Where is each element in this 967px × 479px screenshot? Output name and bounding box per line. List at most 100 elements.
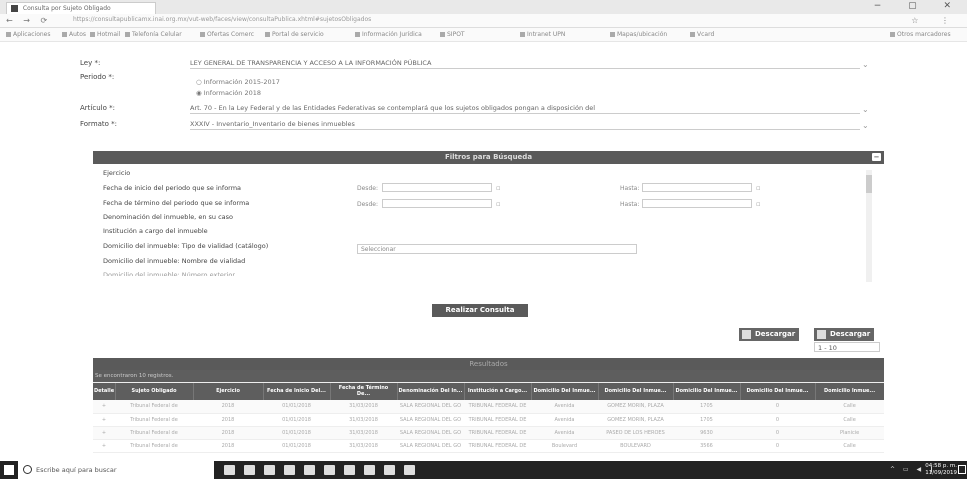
column-header[interactable]: Domicilio Del Inmue... <box>598 382 674 400</box>
bookmarks-bar: Aplicaciones Autos Hotmail Telefonía Cel… <box>0 28 967 42</box>
table-cell: Tribunal Federal de <box>115 439 193 453</box>
photos-icon[interactable] <box>404 465 415 475</box>
calculator-icon[interactable] <box>304 465 315 475</box>
expand-icon[interactable]: + <box>93 439 115 453</box>
results-header: Resultados <box>93 358 884 370</box>
download-icon <box>817 330 826 339</box>
table-cell: TRIBUNAL FEDERAL DE <box>464 400 531 414</box>
expand-icon[interactable]: + <box>93 426 115 440</box>
column-header[interactable]: Fecha de Término De... <box>330 382 398 400</box>
filter-nombre-vialidad: Domicilio del inmueble: Nombre de vialid… <box>103 257 246 265</box>
mail-icon[interactable] <box>344 465 355 475</box>
bookmark-item[interactable]: Ofertas Comerc <box>200 31 254 38</box>
column-header[interactable]: Fecha de Inicio Del... <box>263 382 331 400</box>
fecha-termino-hasta-input[interactable] <box>642 199 752 208</box>
edge-icon[interactable] <box>244 465 255 475</box>
column-header[interactable]: Denominación Del In... <box>397 382 465 400</box>
window-controls[interactable]: − ▢ ✕ <box>874 1 963 11</box>
column-header[interactable]: Domicilio Del Inmue... <box>740 382 816 400</box>
table-cell: 0 <box>740 400 815 414</box>
browser-tab[interactable]: Consulta por Sujeto Obligado <box>6 2 156 14</box>
collapse-button[interactable]: − <box>872 153 881 161</box>
ley-select[interactable]: LEY GENERAL DE TRANSPARENCIA Y ACCESO A … <box>190 58 860 69</box>
column-header[interactable]: Ejercicio <box>193 382 264 400</box>
nav-arrows-icon[interactable]: ← → ⟳ <box>6 16 51 25</box>
chat-icon[interactable] <box>364 465 375 475</box>
realizar-consulta-button[interactable]: Realizar Consulta <box>432 304 528 317</box>
chevron-down-icon[interactable]: ⌄ <box>862 105 869 114</box>
table-cell: 01/01/2018 <box>263 426 330 440</box>
tipo-vialidad-select[interactable]: Seleccionar <box>357 244 637 254</box>
desde-label: Desde: <box>357 201 378 208</box>
periodo-radio-2018[interactable]: ◉ Información 2018 <box>196 89 261 97</box>
windows-start-icon[interactable] <box>4 465 14 475</box>
descargar-button-2[interactable]: Descargar <box>814 328 875 341</box>
bookmark-item[interactable]: Portal de servicio <box>265 31 324 38</box>
table-cell: 01/01/2018 <box>263 400 330 414</box>
column-header[interactable]: Domicilio Del Inmue... <box>531 382 599 400</box>
chevron-down-icon[interactable]: ⌄ <box>862 121 869 130</box>
word-icon[interactable] <box>324 465 335 475</box>
tab-title: Consulta por Sujeto Obligado <box>22 5 111 12</box>
table-cell: 2018 <box>193 400 263 414</box>
star-icon[interactable]: ☆ ⋮ <box>911 16 959 25</box>
fecha-inicio-hasta-input[interactable] <box>642 183 752 192</box>
bookmark-item[interactable]: Información Jurídica <box>355 31 422 38</box>
bookmark-item[interactable]: Mapas/ubicación <box>610 31 667 38</box>
calendar-icon[interactable]: ▫ <box>496 200 501 208</box>
file-explorer-icon[interactable] <box>264 465 275 475</box>
store-icon[interactable] <box>284 465 295 475</box>
notification-icon[interactable] <box>958 465 966 474</box>
chrome-icon[interactable] <box>384 465 395 475</box>
calendar-icon[interactable]: ▫ <box>756 200 761 208</box>
bookmark-item[interactable]: SIPOT <box>440 31 465 38</box>
periodo-radio-2015[interactable]: ○ Información 2015-2017 <box>196 78 280 86</box>
expand-icon[interactable]: + <box>93 413 115 427</box>
table-cell: 3566 <box>673 439 740 453</box>
table-row: + Tribunal Federal de 2018 01/01/2018 31… <box>93 426 884 440</box>
table-cell: 01/01/2018 <box>263 413 330 427</box>
bookmark-item[interactable]: Hotmail <box>90 31 120 38</box>
table-cell: SALA REGIONAL DEL GO <box>397 400 464 414</box>
articulo-label: Artículo *: <box>80 104 115 112</box>
formato-select[interactable]: XXXIV - Inventario_Inventario de bienes … <box>190 119 860 130</box>
url-field[interactable]: https://consultapublicamx.inai.org.mx/vu… <box>70 16 870 26</box>
column-header[interactable]: Sujeto Obligado <box>115 382 194 400</box>
chevron-down-icon[interactable]: ⌄ <box>862 60 869 69</box>
table-cell: Avenida <box>531 413 598 427</box>
calendar-icon[interactable]: ▫ <box>496 184 501 192</box>
filter-denominacion: Denominación del inmueble, en su caso <box>103 213 233 221</box>
periodo-label: Periodo *: <box>80 73 115 81</box>
taskbar-search[interactable]: Escribe aquí para buscar <box>18 461 214 479</box>
table-cell: PASEO DE LOS HEROES <box>598 426 673 440</box>
fecha-termino-desde-input[interactable] <box>382 199 492 208</box>
task-view-icon[interactable] <box>224 465 235 475</box>
calendar-icon[interactable]: ▫ <box>756 184 761 192</box>
scrollbar-thumb[interactable] <box>866 175 872 193</box>
page-size-select[interactable]: 1 - 10 <box>814 342 880 352</box>
fecha-inicio-desde-input[interactable] <box>382 183 492 192</box>
articulo-select[interactable]: Art. 70 - En la Ley Federal y de las Ent… <box>190 103 860 114</box>
bookmark-item[interactable]: Intranet UPN <box>520 31 565 38</box>
bookmark-item[interactable]: Autos <box>62 31 86 38</box>
descargar-button-1[interactable]: Descargar <box>739 328 800 341</box>
bookmark-item[interactable]: Otros marcadores <box>890 31 951 38</box>
column-header[interactable]: Domicilio Del Inmue... <box>673 382 741 400</box>
table-cell: 31/03/2018 <box>330 400 397 414</box>
bookmark-item[interactable]: Telefonía Celular <box>125 31 182 38</box>
column-header[interactable]: Domicilio Inmue... <box>815 382 884 400</box>
taskbar-clock[interactable]: 04:58 p. m. 11/09/2019 <box>925 463 957 477</box>
cortana-icon <box>23 465 32 474</box>
filter-fecha-termino: Fecha de término del periodo que se info… <box>103 199 250 207</box>
bookmark-item[interactable]: Aplicaciones <box>6 31 50 38</box>
table-cell: GOMEZ MORIN, PLAZA <box>598 413 673 427</box>
bookmark-item[interactable]: Vcard <box>690 31 714 38</box>
table-cell: TRIBUNAL FEDERAL DE <box>464 439 531 453</box>
expand-icon[interactable]: + <box>93 400 115 414</box>
browser-titlebar: Consulta por Sujeto Obligado − ▢ ✕ <box>0 0 967 14</box>
column-header[interactable]: Detalle <box>93 382 116 400</box>
column-header[interactable]: Institución a Cargo... <box>464 382 532 400</box>
table-cell: 0 <box>740 439 815 453</box>
table-cell: SALA REGIONAL DEL GO <box>397 413 464 427</box>
filter-numero-exterior: Domicilio del inmueble: Número exterior <box>103 271 236 276</box>
